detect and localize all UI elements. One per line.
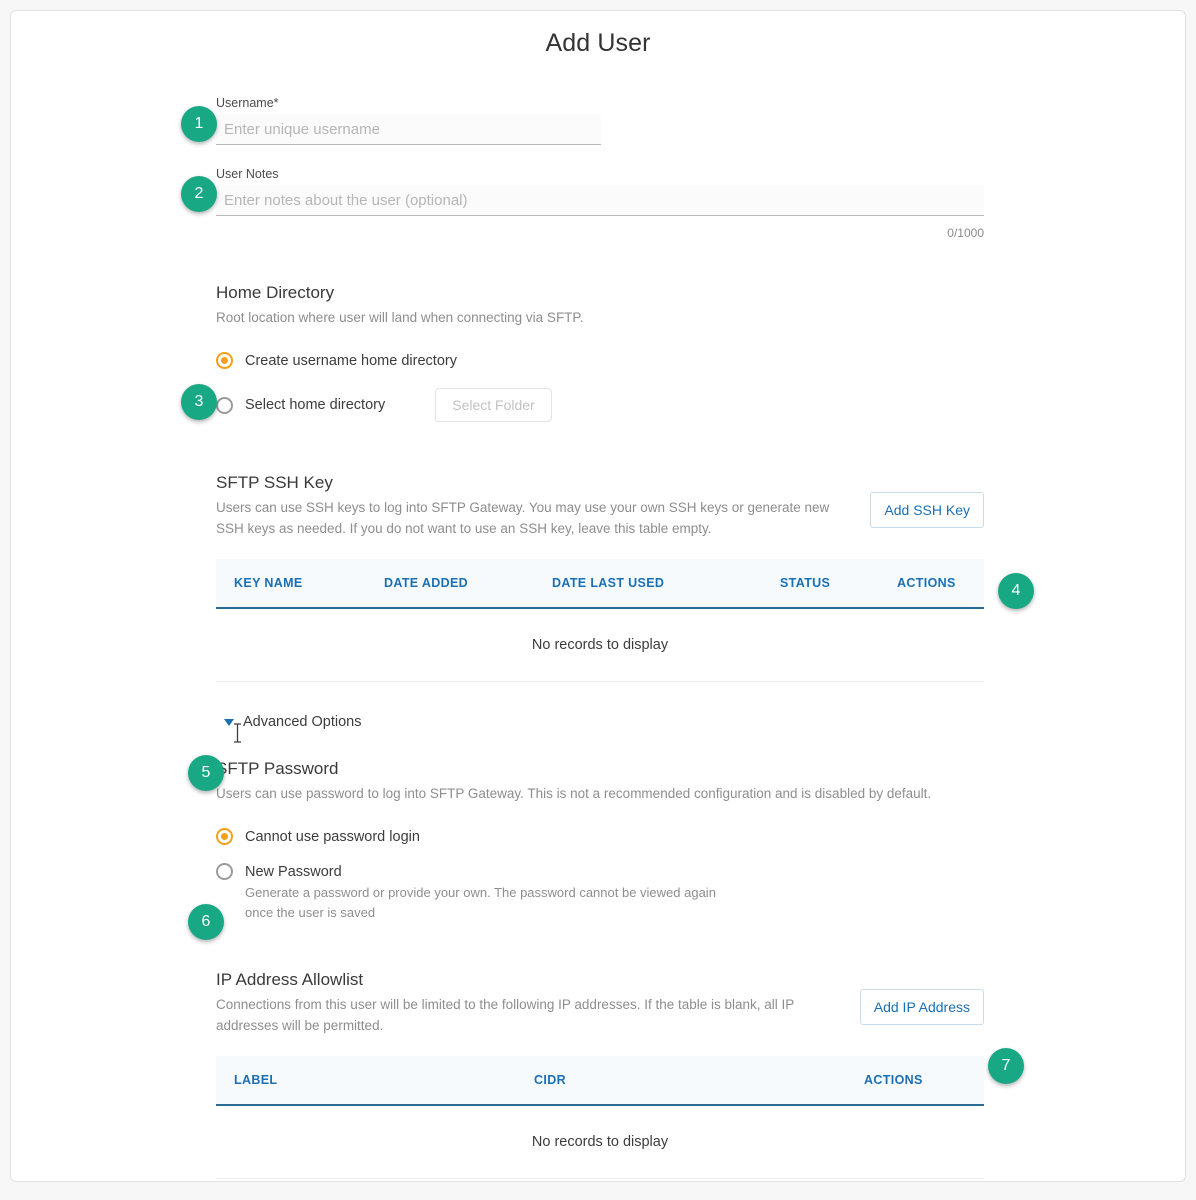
home-directory-title: Home Directory [216,283,335,302]
ip-allowlist-empty-message: No records to display [216,1105,984,1179]
username-input[interactable] [216,114,601,145]
callout-badge-7: 7 [988,1048,1024,1084]
sftp-password-description: Users can use password to log into SFTP … [216,786,932,801]
callout-badge-1: 1 [181,106,217,142]
table-header-row: KEY NAME DATE ADDED DATE LAST USED STATU… [216,559,984,609]
ssh-key-title: SFTP SSH Key [216,473,333,492]
home-directory-description: Root location where user will land when … [216,310,584,325]
column-header-date-last-used[interactable]: DATE LAST USED [552,559,780,609]
user-notes-input[interactable] [216,185,984,216]
callout-badge-4: 4 [998,573,1034,609]
ip-allowlist-description: Connections from this user will be limit… [216,997,795,1033]
column-header-actions[interactable]: ACTIONS [897,559,984,609]
table-header-row: LABEL CIDR ACTIONS [216,1056,984,1106]
callout-badge-3: 3 [181,384,217,420]
sftp-password-section: SFTP Password Users can use password to … [216,758,986,923]
ip-allowlist-section: IP Address Allowlist Connections from th… [216,969,986,1179]
radio-button-selected-icon[interactable] [216,352,233,369]
ssh-key-section: SFTP SSH Key Users can use SSH keys to l… [216,472,986,682]
column-header-cidr[interactable]: CIDR [534,1056,864,1106]
ip-allowlist-table: LABEL CIDR ACTIONS No records to display [216,1056,984,1179]
table-empty-row: No records to display [216,1105,984,1179]
user-notes-label: User Notes [216,167,279,181]
select-folder-button[interactable]: Select Folder [435,388,552,422]
ssh-key-description: Users can use SSH keys to log into SFTP … [216,500,830,536]
radio-cannot-use-password-login[interactable]: Cannot use password login [216,828,986,845]
username-label-text: Username [216,96,274,110]
username-label: Username* [216,96,986,110]
user-notes-field-group: User Notes 0/1000 [216,167,986,240]
radio-select-home-directory[interactable]: Select home directory Select Folder [216,388,986,422]
radio-button-selected-icon[interactable] [216,828,233,845]
radio-label: Select home directory [245,397,386,413]
ssh-key-header: SFTP SSH Key Users can use SSH keys to l… [216,472,984,539]
table-empty-row: No records to display [216,608,984,682]
add-user-card: Add User 1 Username* 2 User Notes 0/1000… [10,10,1186,1182]
advanced-options-toggle[interactable]: Advanced Options [224,714,362,730]
radio-label: New Password [245,863,342,880]
radio-button-unselected-icon[interactable] [216,863,233,880]
user-notes-char-counter: 0/1000 [947,226,984,240]
column-header-actions[interactable]: ACTIONS [864,1056,984,1106]
required-marker: * [273,96,279,110]
column-header-label[interactable]: LABEL [216,1056,534,1106]
radio-new-password[interactable]: New Password [216,863,986,880]
ip-allowlist-title: IP Address Allowlist [216,970,364,989]
radio-label: Create username home directory [245,352,457,369]
ssh-key-empty-message: No records to display [216,608,984,682]
column-header-key-name[interactable]: KEY NAME [216,559,384,609]
new-password-helper-text: Generate a password or provide your own.… [245,885,716,920]
radio-create-username-home-directory[interactable]: Create username home directory [216,352,986,369]
column-header-status[interactable]: STATUS [780,559,897,609]
column-header-date-added[interactable]: DATE ADDED [384,559,552,609]
callout-badge-5: 5 [188,755,224,791]
radio-button-unselected-icon[interactable] [216,396,233,414]
radio-new-password-group: New Password Generate a password or prov… [216,863,986,923]
callout-badge-6: 6 [188,904,224,940]
advanced-options-label: Advanced Options [243,714,362,730]
radio-label: Cannot use password login [245,828,420,845]
ssh-key-table: KEY NAME DATE ADDED DATE LAST USED STATU… [216,559,984,682]
username-field-group: Username* [216,96,986,145]
add-ip-address-button[interactable]: Add IP Address [859,989,984,1025]
ip-allowlist-header: IP Address Allowlist Connections from th… [216,969,984,1036]
home-directory-section: Home Directory Root location where user … [216,282,986,422]
add-ssh-key-button[interactable]: Add SSH Key [870,492,984,528]
sftp-password-title: SFTP Password [216,759,339,778]
page-title: Add User [545,29,651,57]
chevron-down-icon[interactable] [224,718,234,726]
callout-badge-2: 2 [181,176,217,212]
add-user-form: 1 Username* 2 User Notes 0/1000 3 Home D… [181,96,1034,1181]
